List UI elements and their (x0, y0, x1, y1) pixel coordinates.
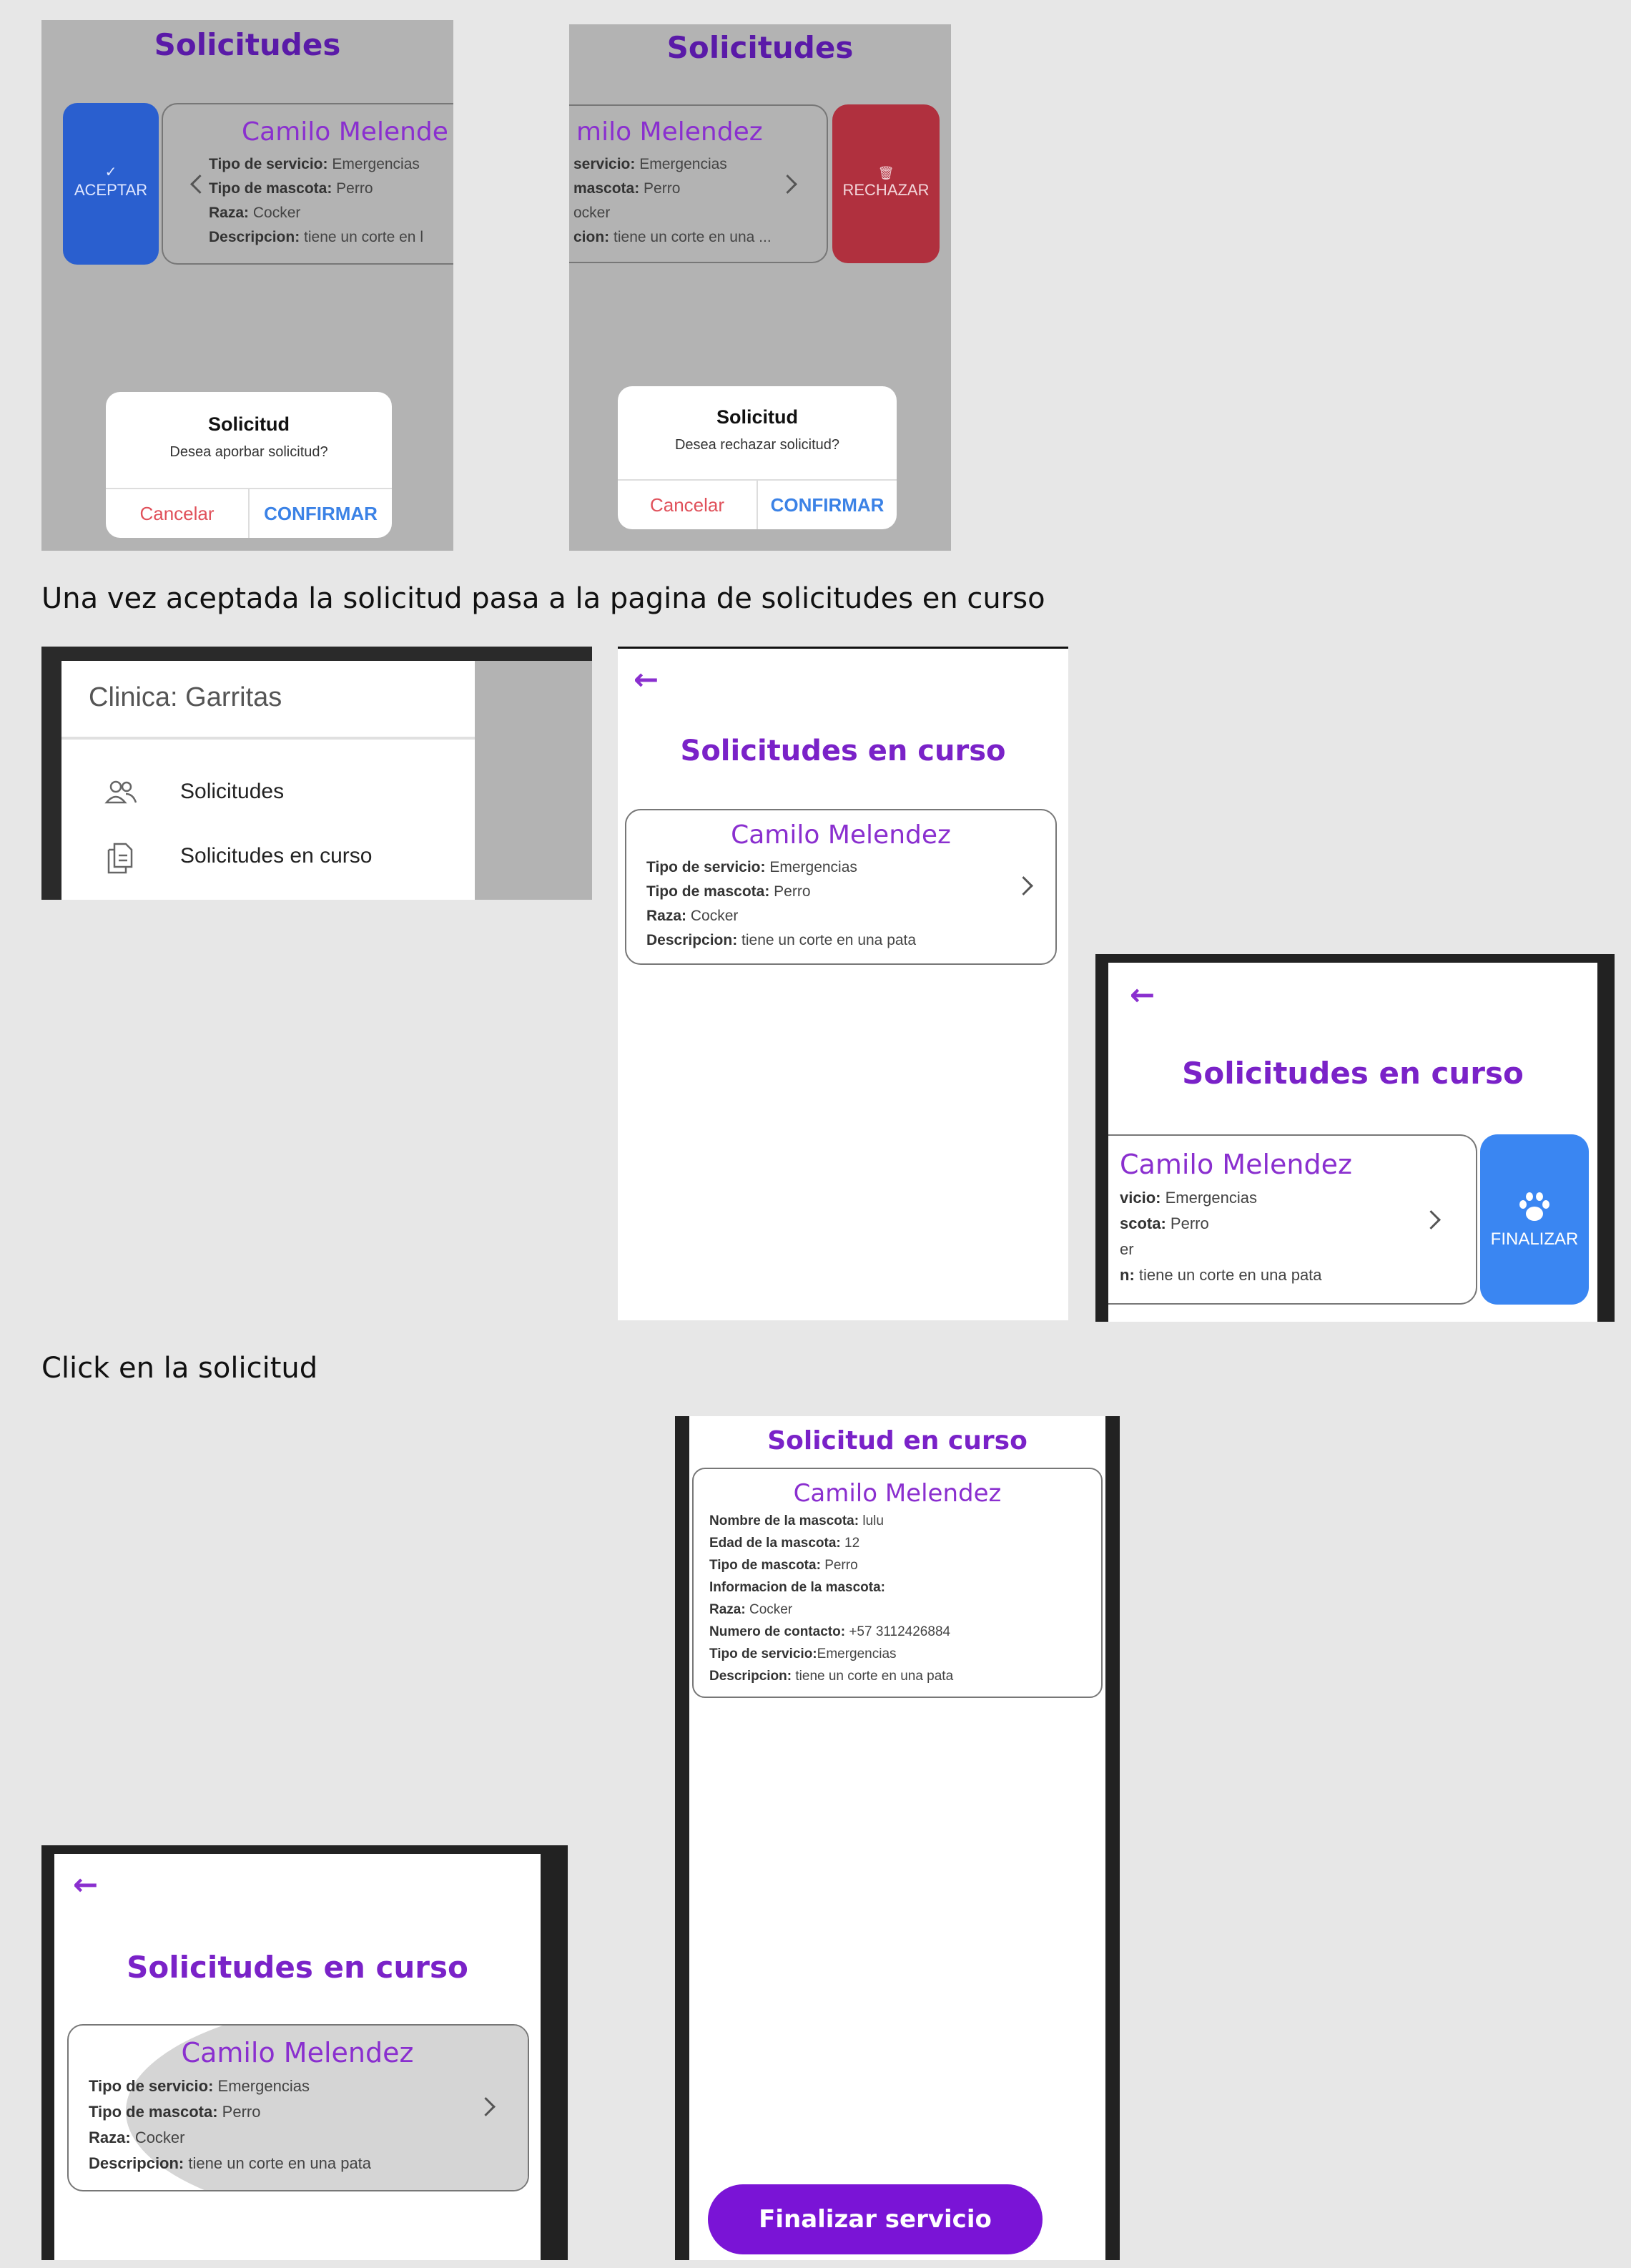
request-card[interactable]: milo Melendez servicio: Emergencias masc… (569, 104, 828, 263)
detail-line: Nombre de la mascota: lulu (709, 1513, 884, 1528)
detail-line: Informacion de la mascota: (709, 1580, 886, 1595)
chevron-right-icon (778, 175, 797, 194)
documents-icon (107, 843, 133, 874)
detail-line: Descripcion: tiene un corte en una pata (709, 1669, 954, 1684)
confirm-dialog: Solicitud Desea aporbar solicitud? Cance… (106, 392, 392, 538)
detail-line: Numero de contacto: +57 3112426884 (709, 1624, 951, 1639)
page-title: Solicitudes en curso (1182, 1056, 1524, 1091)
pressed-card-screen: ← Solicitudes en curso Camilo Melendez T… (41, 1845, 568, 2260)
request-card[interactable]: Camilo Melendez Tipo de servicio: Emerge… (625, 809, 1057, 965)
detail-line: Tipo de servicio: Emergencias (646, 859, 857, 875)
finish-label: FINALIZAR (1490, 1229, 1579, 1249)
cancel-button[interactable]: Cancelar (618, 481, 758, 529)
swipe-finish-screen: ← Solicitudes en curso Camilo Melendez v… (1095, 954, 1615, 1322)
request-card[interactable]: Camilo Melende Tipo de servicio: Emergen… (162, 103, 453, 265)
confirm-button[interactable]: CONFIRMAR (758, 481, 897, 529)
caption: Una vez aceptada la solicitud pasa a la … (41, 582, 1045, 615)
client-name: milo Melendez (576, 117, 763, 147)
page-title: Solicitudes (154, 27, 341, 62)
detail-line: Tipo de mascota: Perro (646, 883, 811, 900)
back-arrow-icon[interactable]: ← (634, 662, 659, 697)
reject-label: RECHAZAR (842, 181, 930, 199)
check-icon: ✓ (104, 165, 117, 180)
detail-line: servicio: Emergencias (573, 156, 727, 172)
page-title: Solicitudes en curso (680, 735, 1006, 767)
detail-line: Raza: Cocker (646, 908, 739, 924)
reject-screen: Solicitudes milo Melendez servicio: Emer… (569, 24, 951, 551)
detail-line: Tipo de servicio: Emergencias (89, 2077, 310, 2095)
request-detail-card: Camilo Melendez Nombre de la mascota: lu… (692, 1468, 1103, 1698)
drawer-item-solicitudes[interactable]: Solicitudes (61, 768, 475, 821)
client-name: Camilo Melendez (1120, 1149, 1352, 1180)
reject-button[interactable]: 🗑 RECHAZAR (832, 104, 940, 263)
drawer-title: Clinica: Garritas (89, 682, 282, 712)
client-name: Camilo Melendez (181, 2037, 414, 2068)
detail-line: cion: tiene un corte en una ... (573, 229, 772, 245)
detail-line: Tipo de servicio:Emergencias (709, 1646, 897, 1661)
dialog-message: Desea rechazar solicitud? (674, 437, 840, 453)
request-detail-screen: Solicitud en curso Camilo Melendez Nombr… (675, 1416, 1120, 2260)
detail-line: Descripcion: tiene un corte en una pata (646, 932, 917, 948)
detail-line: Tipo de mascota: Perro (209, 180, 373, 197)
detail-line: Raza: Cocker (89, 2129, 185, 2146)
drawer-item-solicitudes-en-curso[interactable]: Solicitudes en curso (61, 833, 475, 885)
trash-icon: 🗑 (877, 166, 895, 180)
accept-button[interactable]: ✓ ACEPTAR (63, 103, 159, 265)
dialog-title: Solicitud (208, 413, 290, 435)
client-name: Camilo Melendez (793, 1479, 1002, 1508)
dialog-message: Desea aporbar solicitud? (169, 444, 328, 460)
page-title: Solicitudes en curso (127, 1950, 468, 1985)
detail-line: Raza: Cocker (709, 1602, 793, 1617)
accept-screen: Solicitudes ✓ ACEPTAR Camilo Melende Tip… (41, 20, 453, 551)
back-arrow-icon[interactable]: ← (73, 1867, 98, 1902)
page-title: Solicitudes (666, 30, 854, 65)
detail-line: Tipo de mascota: Perro (709, 1558, 858, 1573)
detail-line: Tipo de mascota: Perro (89, 2103, 261, 2121)
chevron-right-icon (1421, 1210, 1441, 1229)
paw-icon (1519, 1192, 1549, 1221)
client-name: Camilo Melendez (731, 820, 951, 850)
drawer-item-label: Solicitudes (180, 780, 285, 803)
confirm-dialog: Solicitud Desea rechazar solicitud? Canc… (618, 386, 897, 529)
page-title: Solicitud en curso (767, 1426, 1028, 1455)
detail-line: ocker (573, 205, 611, 221)
detail-line: Raza: Cocker (209, 205, 301, 221)
request-card[interactable]: Camilo Melendez vicio: Emergencias scota… (1108, 1134, 1477, 1305)
in-progress-screen: ← Solicitudes en curso Camilo Melendez T… (618, 647, 1068, 1320)
detail-line: scota: Perro (1120, 1214, 1209, 1232)
detail-line: Tipo de servicio: Emergencias (209, 156, 420, 172)
accept-label: ACEPTAR (74, 181, 148, 199)
client-name: Camilo Melende (242, 117, 448, 147)
caption: Click en la solicitud (41, 1352, 318, 1385)
confirm-button[interactable]: CONFIRMAR (250, 489, 392, 538)
finish-service-label: Finalizar servicio (759, 2205, 992, 2234)
detail-line: Descripcion: tiene un corte en una pata (89, 2154, 372, 2172)
detail-line: Descripcion: tiene un corte en l (209, 229, 423, 245)
detail-line: vicio: Emergencias (1120, 1189, 1257, 1207)
users-icon (104, 780, 137, 804)
dialog-title: Solicitud (716, 406, 798, 428)
back-arrow-icon[interactable]: ← (1130, 977, 1155, 1012)
drawer-item-label: Solicitudes en curso (180, 844, 373, 868)
detail-line: n: tiene un corte en una pata (1120, 1266, 1322, 1284)
chevron-left-icon (190, 175, 210, 194)
detail-line: Edad de la mascota: 12 (709, 1536, 860, 1551)
detail-line: er (1120, 1240, 1134, 1258)
finish-button[interactable]: FINALIZAR (1480, 1134, 1589, 1305)
nav-drawer: Clinica: Garritas Solicitudes Solicitude… (61, 661, 475, 900)
finish-service-button[interactable]: Finalizar servicio (708, 2184, 1043, 2254)
request-card[interactable]: Camilo Melendez Tipo de servicio: Emerge… (67, 2024, 529, 2191)
chevron-right-icon (1014, 876, 1033, 895)
cancel-button[interactable]: Cancelar (106, 489, 250, 538)
detail-line: mascota: Perro (573, 180, 681, 197)
drawer-screen: Clinica: Garritas Solicitudes Solicitude… (41, 647, 592, 900)
